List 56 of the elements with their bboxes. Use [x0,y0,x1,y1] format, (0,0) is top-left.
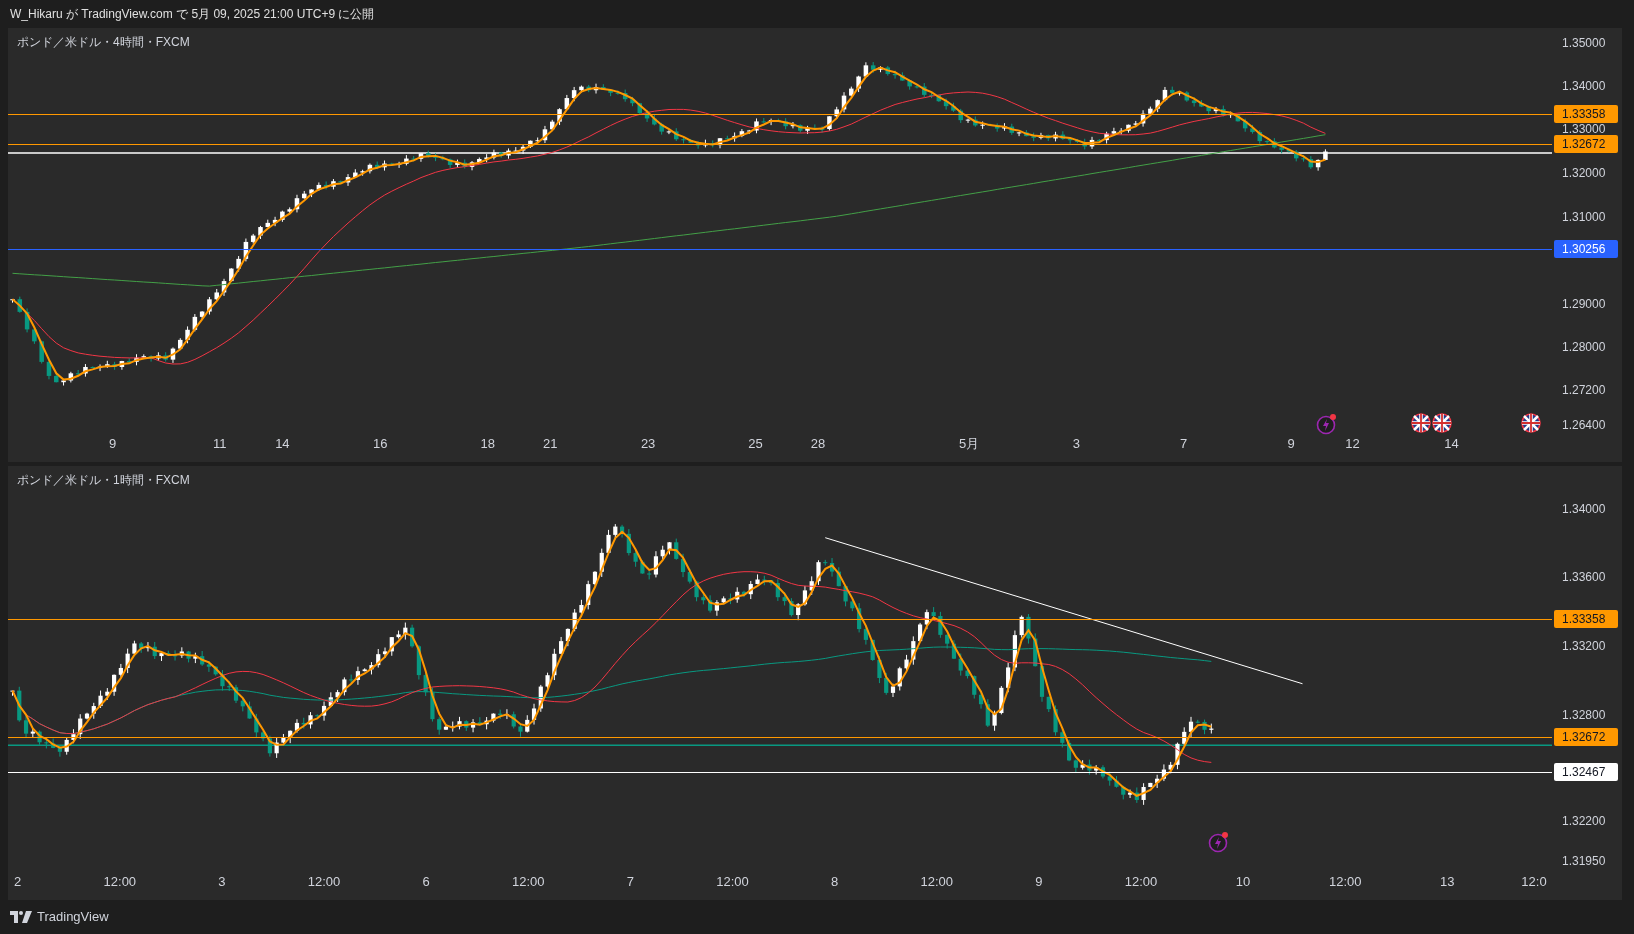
price-axis-label: 1.33600 [1562,570,1606,584]
time-axis-label: 7 [626,873,634,891]
price-axis-label: 1.29000 [1562,297,1606,311]
brand-name: TradingView [37,908,109,927]
price-axis-label: 1.28000 [1562,340,1606,354]
time-axis-label: 3 [218,873,226,891]
time-axis-label: 23 [640,435,656,453]
time-axis-label: 12:00 [1124,873,1158,891]
chart-title: ポンド／米ドル・1時間・FXCM [17,472,190,489]
price-axis-label: 1.34000 [1562,501,1606,516]
time-axis-label: 2 [14,873,22,891]
time-axis-label: 18 [480,435,495,453]
time-axis-label: 9 [108,435,117,453]
price-tag: 1.30256 [1554,240,1618,259]
price-tag: 1.32467 [1554,762,1618,781]
price-axis-label: 1.32000 [1562,166,1606,180]
price-axis-label: 1.33200 [1562,639,1606,653]
time-axis-label: 9 [1035,873,1043,891]
time-axis-label: 14 [275,435,290,453]
price-axis-label: 1.35000 [1562,36,1606,50]
time-axis-label: 5月 [958,435,980,453]
time-axis-label: 8 [831,873,839,891]
time-axis-label: 11 [213,435,227,453]
price-tag: 1.33358 [1554,609,1618,628]
publish-info: W_Hikaru が TradingView.com で 5月 09, 2025 21:00 UTC+9 に公開 [10,6,375,23]
time-axis-label: 14 [1444,435,1459,453]
time-axis-label: 12:0 [1521,873,1547,891]
time-axis-label: 7 [1180,435,1188,453]
time-axis-label: 12:00 [103,873,137,891]
price-axis-label: 1.31950 [1562,854,1606,868]
time-axis-label: 21 [542,435,558,453]
price-axis-label: 1.26400 [1562,418,1606,432]
price-axis-label: 1.33000 [1562,122,1606,136]
time-axis-label: 28 [810,435,826,453]
time-axis-label: 25 [748,435,763,453]
price-tag: 1.32672 [1554,135,1618,154]
time-axis-label: 16 [373,435,388,453]
price-axis-label: 1.27200 [1562,383,1606,397]
time-axis-label: 3 [1072,435,1080,453]
chart-title: ポンド／米ドル・4時間・FXCM [17,34,190,51]
price-axis-label: 1.34000 [1562,79,1606,93]
time-axis-label: 12:00 [307,873,341,891]
time-axis-label: 12:00 [512,873,545,891]
price-axis-label: 1.32200 [1562,814,1606,828]
time-axis-label: 9 [1287,435,1295,453]
time-axis-label: 12:00 [920,873,953,891]
price-tag: 1.32672 [1554,727,1618,746]
time-axis-label: 13 [1440,873,1455,891]
time-axis-label: 12:00 [1328,873,1362,891]
price-axis-label: 1.31000 [1562,210,1606,224]
price-tag: 1.33358 [1554,105,1618,124]
time-axis-label: 12:00 [716,873,749,891]
time-axis-label: 12 [1345,435,1360,453]
time-axis-label: 6 [422,873,430,891]
price-axis-label: 1.32800 [1562,708,1606,722]
time-axis-label: 10 [1235,873,1251,891]
